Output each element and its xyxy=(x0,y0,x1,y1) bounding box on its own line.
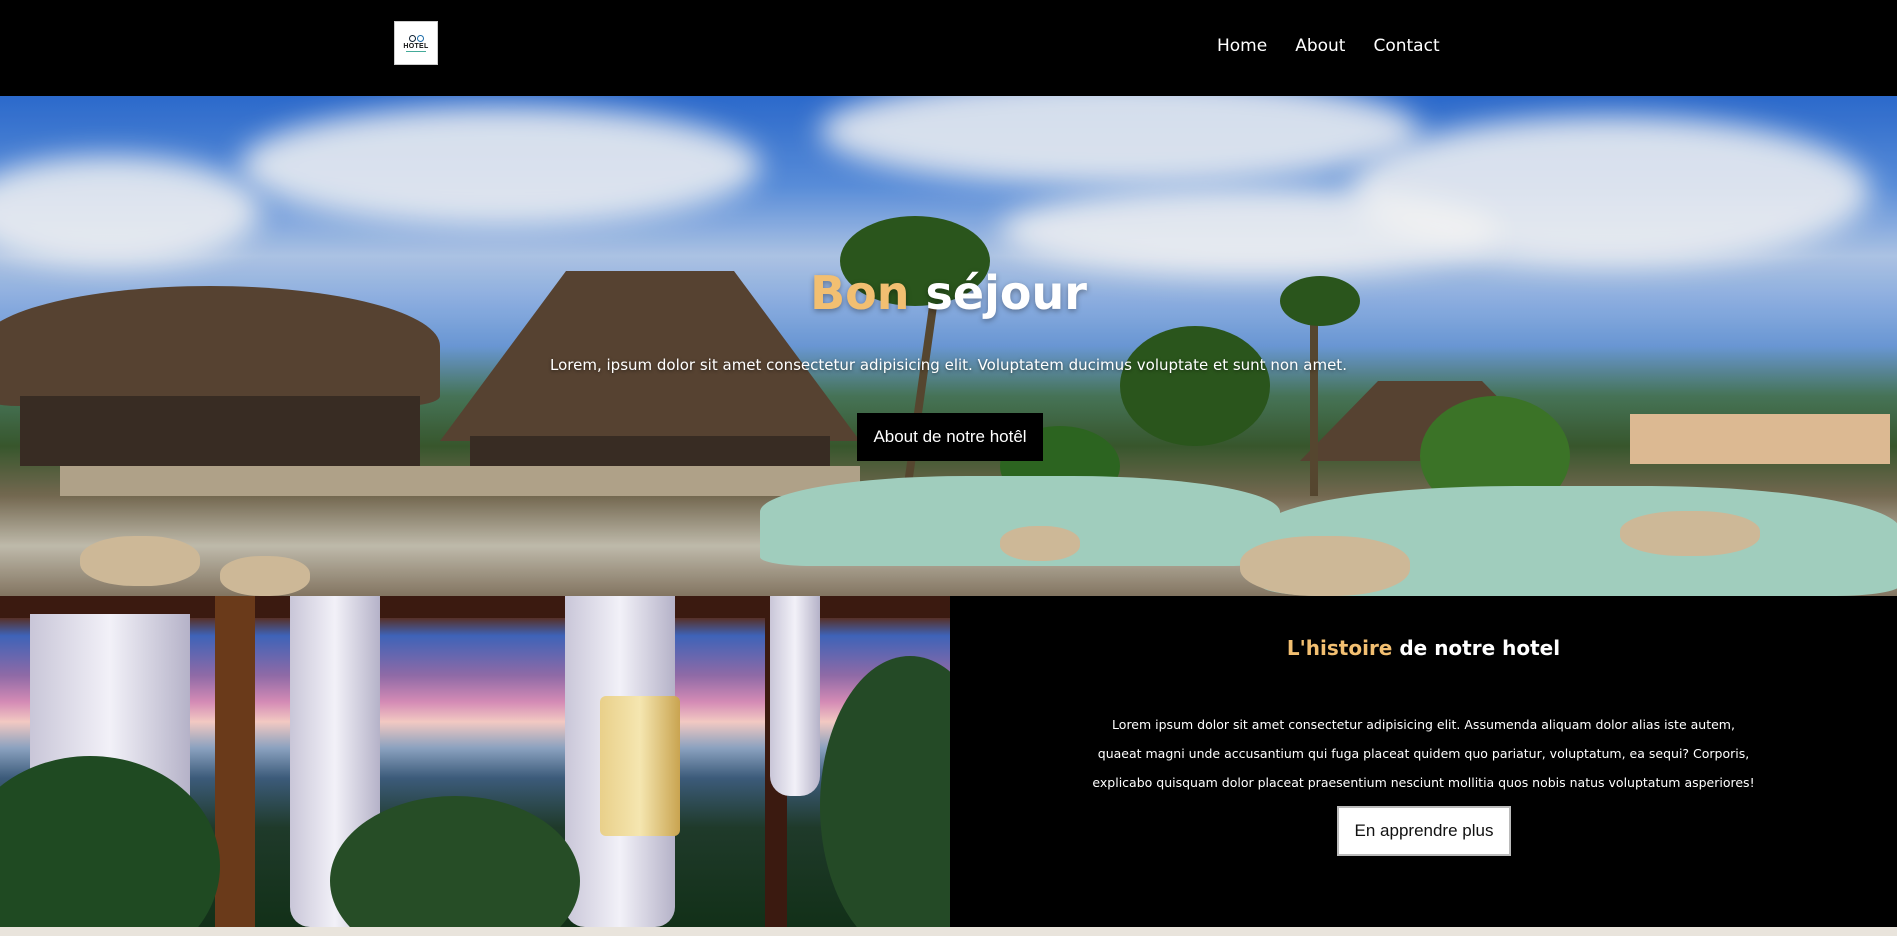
next-section-edge xyxy=(0,927,1897,936)
hero-title-accent: Bon xyxy=(810,266,910,320)
about-hotel-button[interactable]: About de notre hotêl xyxy=(857,413,1043,461)
story-section: L'histoire de notre hotel Lorem ipsum do… xyxy=(950,596,1897,927)
nav-link-about[interactable]: About xyxy=(1295,36,1345,56)
site-header: HOTEL Home About Contact xyxy=(0,0,1897,96)
story-title-rest: de notre hotel xyxy=(1399,636,1561,660)
hero-description: Lorem, ipsum dolor sit amet consectetur … xyxy=(550,356,1347,374)
main-nav: Home About Contact xyxy=(1217,36,1468,56)
story-title-accent: L'histoire xyxy=(1286,636,1393,660)
story-image xyxy=(0,596,950,927)
hero-title-rest: séjour xyxy=(925,266,1087,320)
nav-link-contact[interactable]: Contact xyxy=(1373,36,1439,56)
nav-link-home[interactable]: Home xyxy=(1217,36,1267,56)
logo-underline xyxy=(406,50,426,52)
hero-banner: Bon séjour Lorem, ipsum dolor sit amet c… xyxy=(0,96,1897,596)
story-description: Lorem ipsum dolor sit amet consectetur a… xyxy=(1092,717,1755,790)
hero-title: Bon séjour xyxy=(0,266,1897,320)
hotel-logo[interactable]: HOTEL xyxy=(394,21,438,65)
logo-rings-icon xyxy=(408,34,424,42)
story-title: L'histoire de notre hotel xyxy=(950,636,1897,660)
logo-text: HOTEL xyxy=(403,42,429,50)
learn-more-button[interactable]: En apprendre plus xyxy=(1337,806,1511,856)
